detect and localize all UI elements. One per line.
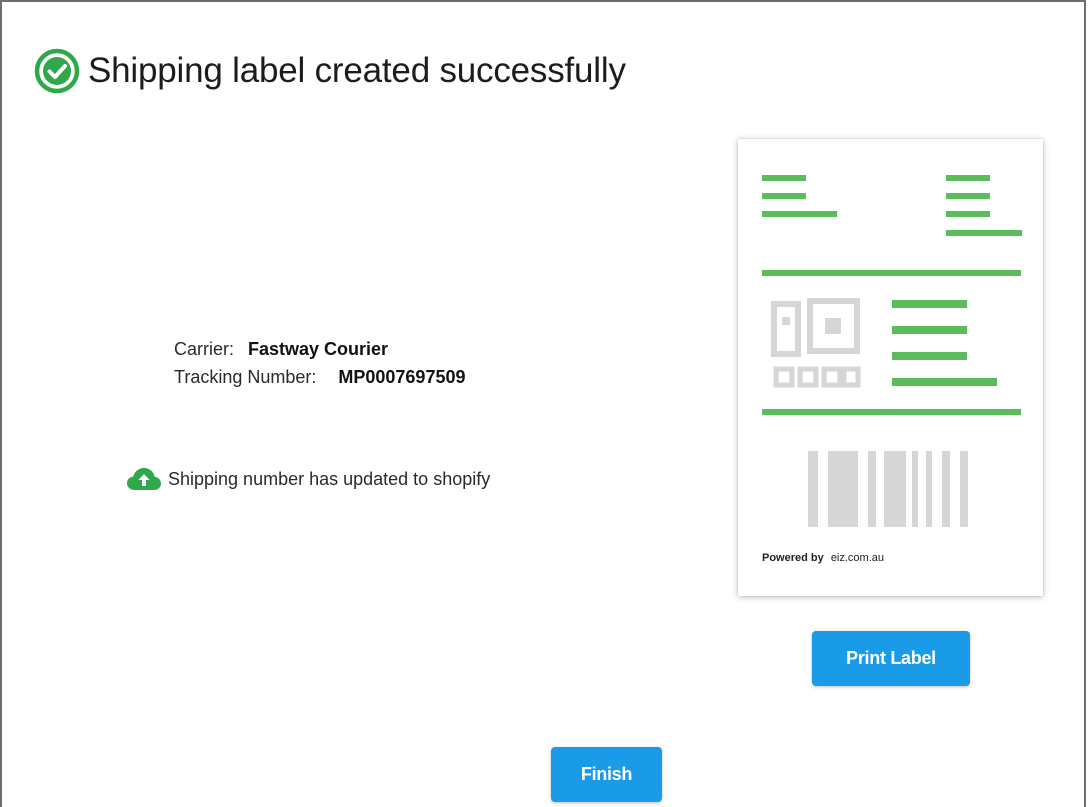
finish-button[interactable]: Finish	[551, 747, 662, 802]
shipping-label-preview: Powered by eiz.com.au	[738, 139, 1043, 596]
tracking-label: Tracking Number:	[174, 367, 317, 387]
detail-line	[892, 378, 997, 386]
powered-by-label: Powered by	[762, 552, 824, 564]
barcode-icon	[808, 451, 968, 527]
detail-line	[892, 352, 967, 360]
title-row: Shipping label created successfully	[34, 48, 626, 94]
cloud-upload-icon	[127, 468, 161, 490]
powered-by-site: eiz.com.au	[830, 552, 885, 564]
label-divider	[762, 270, 1021, 276]
sync-message: Shipping number has updated to shopify	[168, 468, 491, 489]
page-title: Shipping label created successfully	[88, 51, 626, 90]
print-label-button[interactable]: Print Label	[812, 631, 970, 686]
carrier-row: Carrier: Fastway Courier	[174, 335, 465, 363]
tracking-row: Tracking Number: MP0007697509	[174, 363, 465, 391]
address-line	[946, 175, 990, 181]
address-line	[946, 193, 990, 199]
detail-line	[892, 326, 967, 334]
tracking-value: MP0007697509	[338, 367, 466, 387]
address-line	[762, 211, 837, 217]
carrier-value: Fastway Courier	[248, 339, 389, 359]
address-line	[762, 193, 806, 199]
detail-line	[892, 300, 967, 308]
label-illustration	[762, 175, 1022, 527]
sync-status: Shipping number has updated to shopify	[126, 466, 490, 492]
check-circle-icon	[34, 48, 80, 94]
address-line	[946, 230, 1022, 236]
powered-by-text: Powered by eiz.com.au	[762, 552, 884, 564]
address-line	[946, 211, 990, 217]
shipment-info: Carrier: Fastway Courier Tracking Number:…	[174, 335, 465, 391]
qr-code-icon	[771, 298, 861, 388]
label-divider	[762, 409, 1021, 415]
carrier-label: Carrier:	[174, 339, 235, 359]
address-line	[762, 175, 806, 181]
